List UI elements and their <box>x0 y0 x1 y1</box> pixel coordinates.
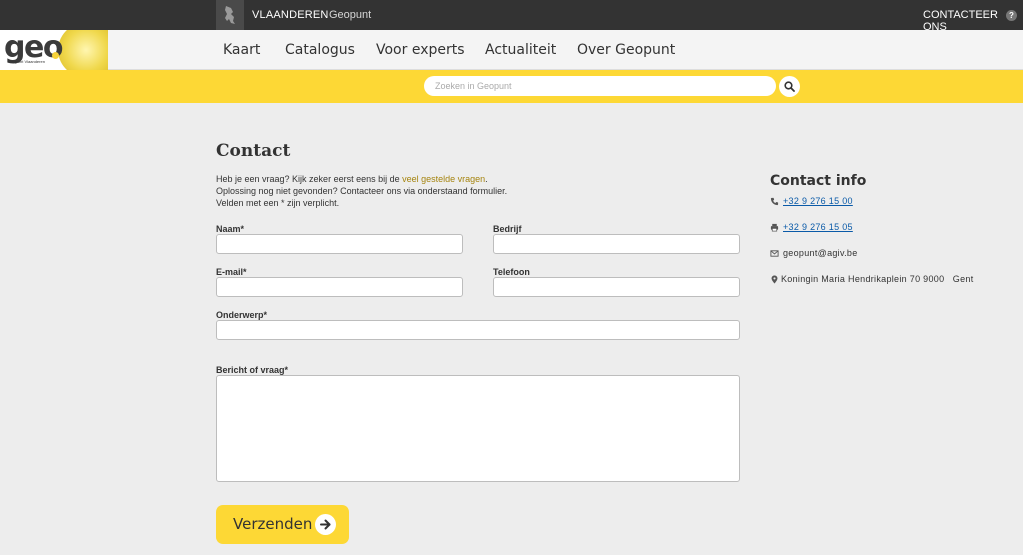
search-band <box>0 70 1023 103</box>
email-address: geopunt@agiv.be <box>783 248 858 258</box>
search-icon <box>784 81 795 92</box>
page-title: Contact <box>216 141 291 161</box>
vlaanderen-link[interactable]: VLAANDEREN <box>252 9 329 21</box>
phone-icon <box>770 197 779 206</box>
logo-subtitle: Geopunt Vlaanderen <box>8 59 45 64</box>
verzenden-label: Verzenden <box>233 515 313 533</box>
address-text: Koningin Maria Hendrikaplein 70 9000 Gen… <box>781 274 974 284</box>
contact-info-title: Contact info <box>770 173 867 189</box>
bedrijf-field[interactable] <box>493 234 740 254</box>
top-bar: VLAANDEREN Geopunt CONTACTEER ONS ? <box>0 0 1023 33</box>
geopunt-link[interactable]: Geopunt <box>329 9 371 21</box>
fax-link[interactable]: +32 9 276 15 05 <box>783 222 853 232</box>
help-icon[interactable]: ? <box>1006 10 1017 21</box>
email-label: E-mail* <box>216 267 247 277</box>
intro-line-required: Velden met een * zijn verplicht. <box>216 198 340 208</box>
envelope-icon <box>770 250 779 257</box>
main-navigation: geo Geopunt Vlaanderen Kaart Catalogus V… <box>0 30 1023 70</box>
geopunt-logo[interactable]: geo Geopunt Vlaanderen <box>0 30 108 70</box>
onderwerp-label: Onderwerp* <box>216 310 268 320</box>
verzenden-button[interactable]: Verzenden <box>216 505 349 544</box>
phone-link[interactable]: +32 9 276 15 00 <box>783 196 853 206</box>
intro-line-form: Oplossing nog niet gevonden? Contacteer … <box>216 186 508 196</box>
nav-item-catalogus[interactable]: Catalogus <box>285 42 355 58</box>
logo-dot <box>52 52 59 59</box>
intro-period: . <box>485 174 488 184</box>
logo-swoosh <box>58 30 108 70</box>
telefoon-label: Telefoon <box>493 267 530 277</box>
arrow-right-icon <box>315 514 336 535</box>
onderwerp-field[interactable] <box>216 320 740 340</box>
faq-link[interactable]: veel gestelde vragen <box>402 174 485 184</box>
intro-text: Heb je een vraag? Kijk zeker eerst eens … <box>216 174 403 184</box>
search-button[interactable] <box>779 76 800 97</box>
printer-icon <box>770 223 779 232</box>
vlaanderen-lion-logo[interactable] <box>216 0 244 30</box>
email-field[interactable] <box>216 277 463 297</box>
nav-item-over-geopunt[interactable]: Over Geopunt <box>577 42 675 58</box>
naam-field[interactable] <box>216 234 463 254</box>
naam-label: Naam* <box>216 224 245 234</box>
bericht-label: Bericht of vraag* <box>216 365 289 375</box>
nav-item-kaart[interactable]: Kaart <box>223 42 260 58</box>
telefoon-field[interactable] <box>493 277 740 297</box>
map-marker-icon <box>771 275 778 284</box>
nav-item-voor-experts[interactable]: Voor experts <box>376 42 465 58</box>
lion-icon <box>225 6 235 24</box>
intro-line-faq: Heb je een vraag? Kijk zeker eerst eens … <box>216 174 488 184</box>
nav-item-actualiteit[interactable]: Actualiteit <box>485 42 556 58</box>
bedrijf-label: Bedrijf <box>493 224 522 234</box>
bericht-textarea[interactable] <box>216 375 740 482</box>
search-input[interactable] <box>424 76 776 96</box>
